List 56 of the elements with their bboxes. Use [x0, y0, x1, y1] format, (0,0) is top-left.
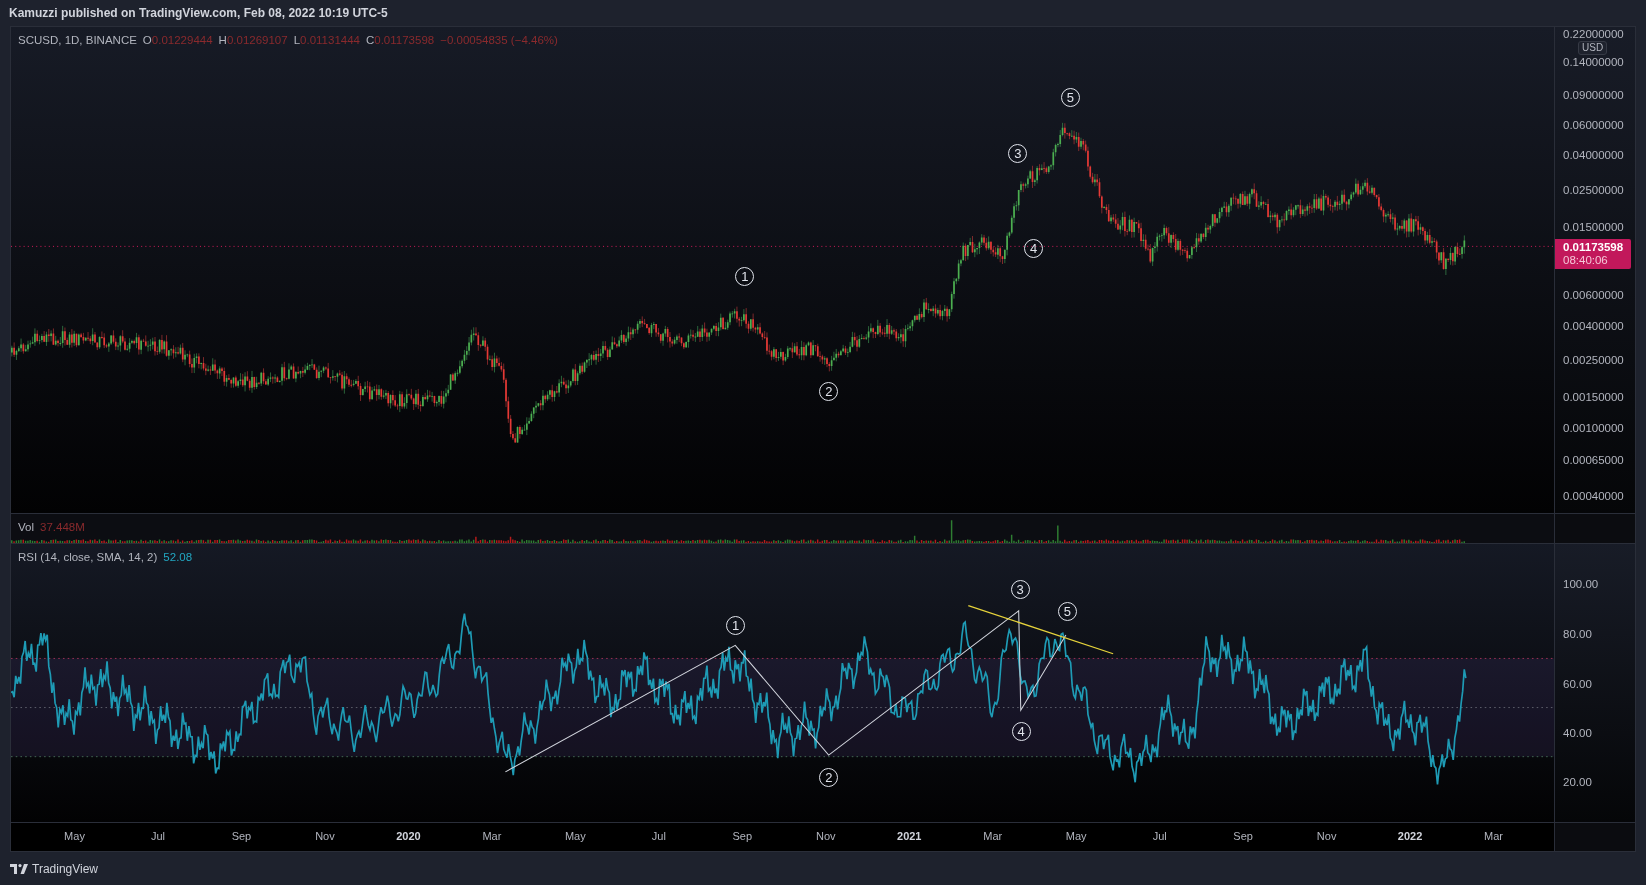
rsi-tick: 60.00 — [1563, 677, 1592, 690]
logo-icon — [10, 863, 28, 874]
ohlc-key: H — [218, 34, 227, 46]
price-tick: 0.22000000 — [1563, 27, 1624, 41]
price-tick: 0.00100000 — [1563, 421, 1624, 435]
price-tick: 0.06000000 — [1563, 118, 1624, 132]
time-tick: Jul — [651, 830, 666, 842]
time-tick: May — [64, 830, 85, 842]
last-price-tag: 0.01173598 08:40:06 — [1555, 239, 1631, 269]
time-tick: Mar — [1484, 830, 1504, 842]
rsi-value: 52.08 — [163, 551, 193, 563]
currency-badge[interactable]: USD — [1578, 41, 1608, 55]
price-tick: 0.01500000 — [1563, 220, 1624, 234]
ohlc-value: 0.01131444 — [300, 34, 360, 46]
ohlc-key: L — [293, 34, 301, 46]
rsi-tick: 20.00 — [1563, 775, 1592, 789]
ohlc-key: O — [142, 34, 152, 46]
ohlc-value: 0.01173598 — [374, 34, 435, 46]
price-tick: 0.04000000 — [1563, 148, 1624, 162]
price-tick: 0.02500000 — [1563, 183, 1624, 197]
time-tick: Nov — [1316, 830, 1337, 842]
ohlc-key: C — [365, 34, 375, 46]
rsi-label: RSI (14, close, SMA, 14, 2) — [18, 551, 158, 563]
brand-name: TradingView — [32, 861, 99, 876]
symbol-label: SCUSD, 1D, BINANCE — [18, 34, 137, 46]
ohlc-value: 0.01229444 — [151, 34, 213, 46]
volume-value: 37.448M — [40, 521, 85, 533]
time-tick: Jul — [1152, 830, 1167, 842]
price-tick: 0.14000000 — [1563, 55, 1624, 69]
price-tick: 0.00400000 — [1563, 319, 1624, 332]
time-tick: Jul — [150, 830, 165, 842]
time-tick: Sep — [732, 830, 753, 842]
publish-info: Kamuzzi published on TradingView.com, Feb 08, 2022 10:19 UTC-5 — [9, 6, 388, 20]
rsi-tick: 100.00 — [1563, 577, 1599, 591]
rsi-tick: 80.00 — [1563, 627, 1592, 641]
time-tick: Mar — [983, 830, 1003, 842]
time-tick: May — [564, 830, 586, 842]
price-change: −0.00054835 (−4.46%) — [440, 34, 558, 46]
price-tick: 0.00065000 — [1563, 453, 1624, 467]
price-tick: 0.00600000 — [1563, 288, 1624, 302]
time-tick: 2021 — [897, 830, 922, 842]
volume-label: Vol — [18, 521, 34, 533]
time-tick: Nov — [816, 830, 836, 842]
time-tick: Sep — [1233, 830, 1253, 842]
time-tick: Nov — [315, 830, 335, 842]
time-tick: Sep — [231, 830, 252, 842]
rsi-tick: 40.00 — [1563, 726, 1592, 740]
price-tick: 0.00150000 — [1563, 390, 1624, 404]
time-tick: 2020 — [396, 830, 421, 842]
ohlc-value: 0.01269107 — [226, 34, 288, 46]
time-tick: 2022 — [1397, 830, 1423, 842]
time-tick: May — [1065, 830, 1087, 842]
price-tick: 0.00250000 — [1563, 353, 1624, 367]
time-tick: Mar — [482, 830, 502, 842]
price-tick: 0.09000000 — [1563, 88, 1624, 101]
price-tick: 0.00040000 — [1563, 489, 1624, 503]
